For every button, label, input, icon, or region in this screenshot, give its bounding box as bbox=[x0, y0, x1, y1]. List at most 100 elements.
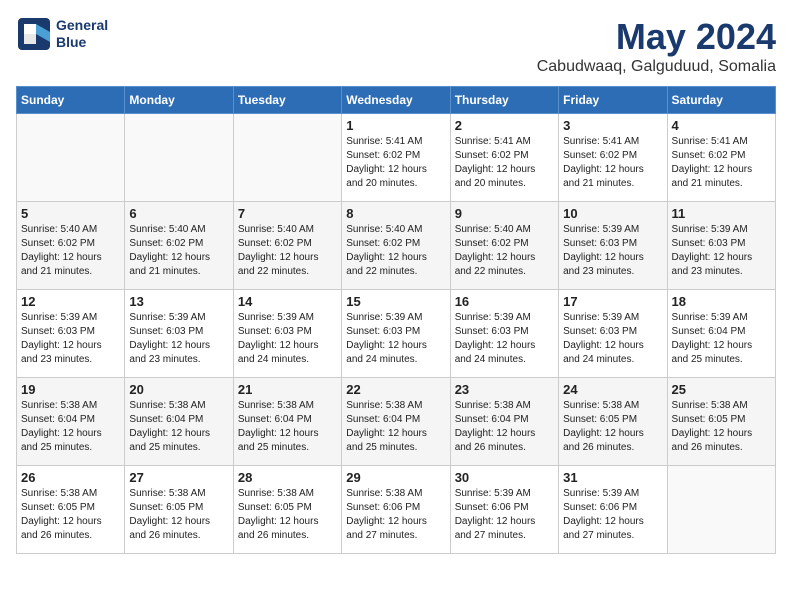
day-info: Sunrise: 5:39 AM Sunset: 6:03 PM Dayligh… bbox=[563, 311, 662, 367]
day-number: 11 bbox=[672, 206, 771, 221]
day-info: Sunrise: 5:39 AM Sunset: 6:03 PM Dayligh… bbox=[455, 311, 554, 367]
calendar-cell bbox=[667, 466, 775, 554]
calendar-cell: 26 Sunrise: 5:38 AM Sunset: 6:05 PM Dayli… bbox=[17, 466, 125, 554]
calendar-cell: 14 Sunrise: 5:39 AM Sunset: 6:03 PM Dayli… bbox=[233, 290, 341, 378]
day-number: 23 bbox=[455, 382, 554, 397]
calendar-cell: 21Sunrise: 5:38 AM Sunset: 6:04 PM Dayli… bbox=[233, 378, 341, 466]
calendar-cell bbox=[233, 114, 341, 202]
calendar-cell: 10 Sunrise: 5:39 AM Sunset: 6:03 PM Dayli… bbox=[559, 202, 667, 290]
calendar-cell: 17Sunrise: 5:39 AM Sunset: 6:03 PM Dayli… bbox=[559, 290, 667, 378]
day-number: 24 bbox=[563, 382, 662, 397]
day-info: Sunrise: 5:39 AM Sunset: 6:03 PM Dayligh… bbox=[346, 311, 445, 367]
weekday-header-wednesday: Wednesday bbox=[342, 87, 450, 114]
calendar-cell: 31 Sunrise: 5:39 AM Sunset: 6:06 PM Dayli… bbox=[559, 466, 667, 554]
day-info: Sunrise: 5:38 AM Sunset: 6:06 PM Dayligh… bbox=[346, 487, 445, 543]
day-info: Sunrise: 5:40 AM Sunset: 6:02 PM Dayligh… bbox=[129, 223, 228, 279]
day-number: 6 bbox=[129, 206, 228, 221]
week-row-5: 26 Sunrise: 5:38 AM Sunset: 6:05 PM Dayli… bbox=[17, 466, 776, 554]
day-number: 14 bbox=[238, 294, 337, 309]
day-number: 15 bbox=[346, 294, 445, 309]
day-info: Sunrise: 5:38 AM Sunset: 6:04 PM Dayligh… bbox=[21, 399, 120, 455]
calendar-cell: 7 Sunrise: 5:40 AM Sunset: 6:02 PM Daylig… bbox=[233, 202, 341, 290]
day-info: Sunrise: 5:39 AM Sunset: 6:03 PM Dayligh… bbox=[672, 223, 771, 279]
calendar-cell: 3Sunrise: 5:41 AM Sunset: 6:02 PM Daylig… bbox=[559, 114, 667, 202]
day-info: Sunrise: 5:39 AM Sunset: 6:03 PM Dayligh… bbox=[238, 311, 337, 367]
calendar-cell: 9 Sunrise: 5:40 AM Sunset: 6:02 PM Daylig… bbox=[450, 202, 558, 290]
day-number: 9 bbox=[455, 206, 554, 221]
day-number: 31 bbox=[563, 470, 662, 485]
logo-text: General Blue bbox=[56, 17, 108, 51]
day-number: 12 bbox=[21, 294, 120, 309]
calendar-cell: 16 Sunrise: 5:39 AM Sunset: 6:03 PM Dayli… bbox=[450, 290, 558, 378]
calendar-cell: 2Sunrise: 5:41 AM Sunset: 6:02 PM Daylig… bbox=[450, 114, 558, 202]
day-number: 19 bbox=[21, 382, 120, 397]
day-number: 10 bbox=[563, 206, 662, 221]
day-info: Sunrise: 5:41 AM Sunset: 6:02 PM Dayligh… bbox=[346, 135, 445, 191]
day-info: Sunrise: 5:41 AM Sunset: 6:02 PM Dayligh… bbox=[672, 135, 771, 191]
calendar-cell: 13Sunrise: 5:39 AM Sunset: 6:03 PM Dayli… bbox=[125, 290, 233, 378]
week-row-3: 12 Sunrise: 5:39 AM Sunset: 6:03 PM Dayli… bbox=[17, 290, 776, 378]
calendar-cell: 6 Sunrise: 5:40 AM Sunset: 6:02 PM Daylig… bbox=[125, 202, 233, 290]
day-info: Sunrise: 5:39 AM Sunset: 6:03 PM Dayligh… bbox=[21, 311, 120, 367]
day-number: 27 bbox=[129, 470, 228, 485]
day-number: 3 bbox=[563, 118, 662, 133]
day-info: Sunrise: 5:40 AM Sunset: 6:02 PM Dayligh… bbox=[238, 223, 337, 279]
logo-icon bbox=[16, 16, 52, 52]
calendar-cell: 22Sunrise: 5:38 AM Sunset: 6:04 PM Dayli… bbox=[342, 378, 450, 466]
calendar-cell bbox=[125, 114, 233, 202]
title-block: May 2024 Cabudwaaq, Galguduud, Somalia bbox=[537, 16, 776, 76]
calendar-cell: 28Sunrise: 5:38 AM Sunset: 6:05 PM Dayli… bbox=[233, 466, 341, 554]
day-info: Sunrise: 5:38 AM Sunset: 6:04 PM Dayligh… bbox=[129, 399, 228, 455]
week-row-4: 19 Sunrise: 5:38 AM Sunset: 6:04 PM Dayli… bbox=[17, 378, 776, 466]
week-row-2: 5 Sunrise: 5:40 AM Sunset: 6:02 PM Daylig… bbox=[17, 202, 776, 290]
day-info: Sunrise: 5:40 AM Sunset: 6:02 PM Dayligh… bbox=[346, 223, 445, 279]
calendar-cell: 12 Sunrise: 5:39 AM Sunset: 6:03 PM Dayli… bbox=[17, 290, 125, 378]
day-info: Sunrise: 5:38 AM Sunset: 6:05 PM Dayligh… bbox=[238, 487, 337, 543]
weekday-header-monday: Monday bbox=[125, 87, 233, 114]
calendar-cell: 23 Sunrise: 5:38 AM Sunset: 6:04 PM Dayli… bbox=[450, 378, 558, 466]
day-number: 22 bbox=[346, 382, 445, 397]
calendar-cell: 25 Sunrise: 5:38 AM Sunset: 6:05 PM Dayli… bbox=[667, 378, 775, 466]
day-info: Sunrise: 5:39 AM Sunset: 6:06 PM Dayligh… bbox=[563, 487, 662, 543]
day-number: 26 bbox=[21, 470, 120, 485]
day-number: 18 bbox=[672, 294, 771, 309]
calendar-cell: 19 Sunrise: 5:38 AM Sunset: 6:04 PM Dayli… bbox=[17, 378, 125, 466]
day-info: Sunrise: 5:40 AM Sunset: 6:02 PM Dayligh… bbox=[455, 223, 554, 279]
day-info: Sunrise: 5:38 AM Sunset: 6:04 PM Dayligh… bbox=[238, 399, 337, 455]
calendar: SundayMondayTuesdayWednesdayThursdayFrid… bbox=[16, 86, 776, 554]
calendar-cell: 8 Sunrise: 5:40 AM Sunset: 6:02 PM Daylig… bbox=[342, 202, 450, 290]
day-number: 7 bbox=[238, 206, 337, 221]
calendar-cell: 4Sunrise: 5:41 AM Sunset: 6:02 PM Daylig… bbox=[667, 114, 775, 202]
day-info: Sunrise: 5:41 AM Sunset: 6:02 PM Dayligh… bbox=[455, 135, 554, 191]
day-info: Sunrise: 5:38 AM Sunset: 6:04 PM Dayligh… bbox=[455, 399, 554, 455]
day-number: 13 bbox=[129, 294, 228, 309]
day-number: 16 bbox=[455, 294, 554, 309]
day-info: Sunrise: 5:38 AM Sunset: 6:05 PM Dayligh… bbox=[21, 487, 120, 543]
day-info: Sunrise: 5:39 AM Sunset: 6:03 PM Dayligh… bbox=[563, 223, 662, 279]
calendar-cell: 24 Sunrise: 5:38 AM Sunset: 6:05 PM Dayli… bbox=[559, 378, 667, 466]
weekday-header-row: SundayMondayTuesdayWednesdayThursdayFrid… bbox=[17, 87, 776, 114]
day-number: 30 bbox=[455, 470, 554, 485]
calendar-cell bbox=[17, 114, 125, 202]
calendar-cell: 20 Sunrise: 5:38 AM Sunset: 6:04 PM Dayli… bbox=[125, 378, 233, 466]
calendar-cell: 18Sunrise: 5:39 AM Sunset: 6:04 PM Dayli… bbox=[667, 290, 775, 378]
day-number: 20 bbox=[129, 382, 228, 397]
location-title: Cabudwaaq, Galguduud, Somalia bbox=[537, 58, 776, 76]
calendar-cell: 11 Sunrise: 5:39 AM Sunset: 6:03 PM Dayli… bbox=[667, 202, 775, 290]
calendar-cell: 15 Sunrise: 5:39 AM Sunset: 6:03 PM Dayli… bbox=[342, 290, 450, 378]
calendar-cell: 30Sunrise: 5:39 AM Sunset: 6:06 PM Dayli… bbox=[450, 466, 558, 554]
day-info: Sunrise: 5:38 AM Sunset: 6:05 PM Dayligh… bbox=[672, 399, 771, 455]
weekday-header-sunday: Sunday bbox=[17, 87, 125, 114]
day-number: 8 bbox=[346, 206, 445, 221]
day-info: Sunrise: 5:38 AM Sunset: 6:05 PM Dayligh… bbox=[563, 399, 662, 455]
calendar-cell: 27Sunrise: 5:38 AM Sunset: 6:05 PM Dayli… bbox=[125, 466, 233, 554]
logo: General Blue bbox=[16, 16, 108, 52]
weekday-header-friday: Friday bbox=[559, 87, 667, 114]
calendar-cell: 29Sunrise: 5:38 AM Sunset: 6:06 PM Dayli… bbox=[342, 466, 450, 554]
weekday-header-saturday: Saturday bbox=[667, 87, 775, 114]
calendar-cell: 1Sunrise: 5:41 AM Sunset: 6:02 PM Daylig… bbox=[342, 114, 450, 202]
month-title: May 2024 bbox=[537, 16, 776, 58]
day-number: 5 bbox=[21, 206, 120, 221]
day-number: 25 bbox=[672, 382, 771, 397]
week-row-1: 1Sunrise: 5:41 AM Sunset: 6:02 PM Daylig… bbox=[17, 114, 776, 202]
